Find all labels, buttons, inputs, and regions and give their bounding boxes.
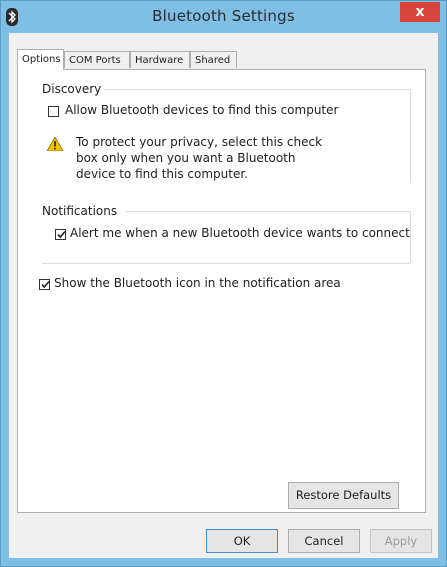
warning-icon [47,137,63,151]
checkmark-icon [57,230,66,239]
apply-button[interactable]: Apply [370,529,432,553]
notifications-divider [126,211,410,212]
close-button[interactable]: x [400,2,440,22]
notifications-heading: Notifications [42,204,118,218]
discovery-heading: Discovery [42,82,102,96]
tab-com-ports[interactable]: COM Ports [64,51,130,68]
notifications-border [410,211,411,263]
cancel-button[interactable]: Cancel [288,529,360,553]
tab-hardware[interactable]: Hardware [130,51,190,68]
bluetooth-settings-window: Bluetooth Settings x Options COM Ports H… [0,0,447,567]
close-icon: x [415,4,425,20]
options-panel: Discovery Allow Bluetooth devices to fin… [17,69,426,513]
allow-discovery-label[interactable]: Allow Bluetooth devices to find this com… [65,103,338,117]
dialog-client-area: Options COM Ports Hardware Shared Discov… [9,33,438,558]
discovery-divider [104,89,410,90]
title-bar[interactable]: Bluetooth Settings x [1,1,446,33]
restore-defaults-button[interactable]: Restore Defaults [288,482,399,509]
show-tray-icon-label[interactable]: Show the Bluetooth icon in the notificat… [54,276,341,290]
privacy-note: To protect your privacy, select this che… [76,135,323,181]
tab-shared[interactable]: Shared [190,51,237,68]
window-title: Bluetooth Settings [152,7,295,25]
allow-discovery-checkbox[interactable] [48,106,59,117]
tab-options[interactable]: Options [17,49,64,70]
notifications-bottom-border [42,263,410,264]
alert-new-device-label[interactable]: Alert me when a new Bluetooth device wan… [70,226,410,240]
alert-new-device-checkbox[interactable] [55,229,66,240]
discovery-border [410,89,411,183]
ok-button[interactable]: OK [206,529,278,553]
checkmark-icon [41,280,50,289]
show-tray-icon-checkbox[interactable] [39,279,50,290]
